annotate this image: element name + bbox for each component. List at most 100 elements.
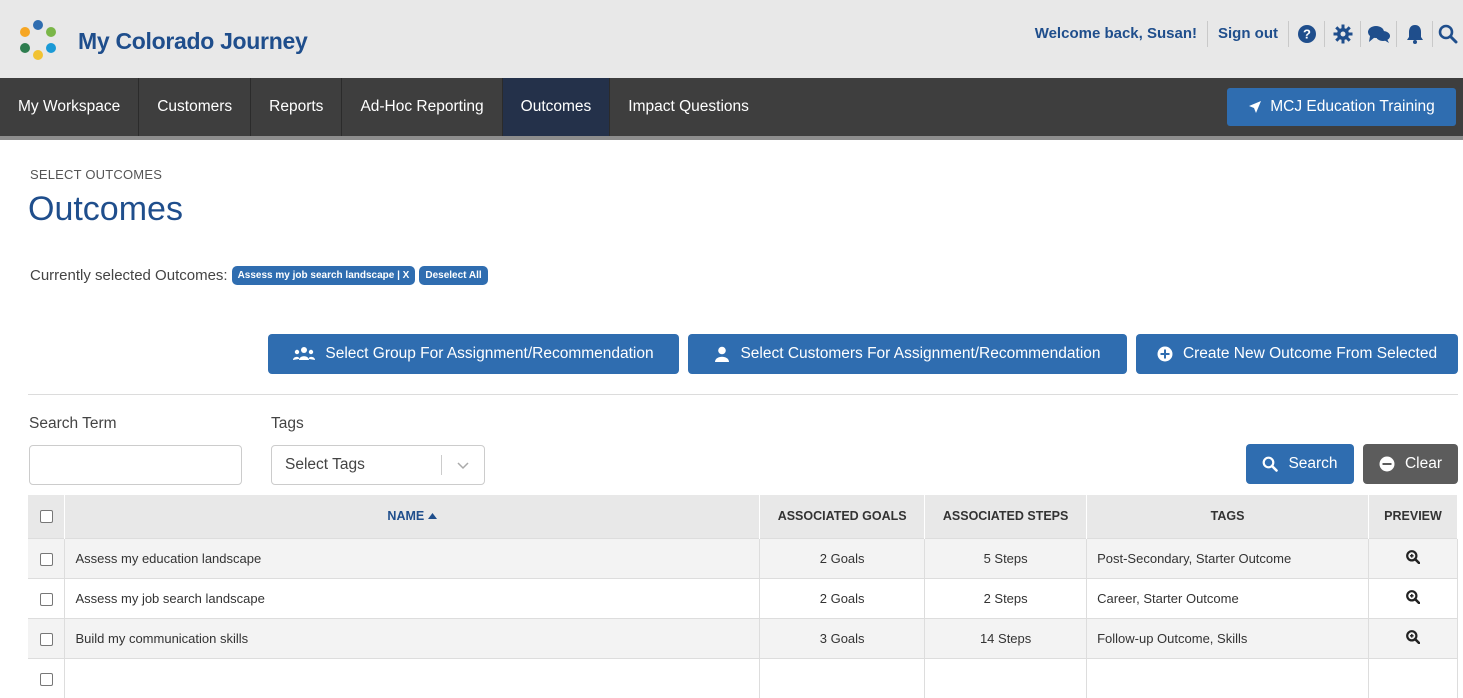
- nav-outcomes[interactable]: Outcomes: [502, 78, 611, 136]
- user-toolbar: Welcome back, Susan! Sign out ?: [1025, 0, 1463, 68]
- associated-goals: [759, 657, 926, 698]
- selected-outcome-pill[interactable]: Assess my job search landscape | X: [231, 266, 416, 285]
- outcome-tags: Follow-up Outcome, Skills: [1086, 617, 1369, 658]
- select-all-cell: [28, 495, 66, 538]
- select-all-checkbox[interactable]: [39, 510, 53, 524]
- nav-my-workspace[interactable]: My Workspace: [0, 78, 140, 136]
- name-column-header[interactable]: NAME: [64, 495, 761, 538]
- tags-placeholder: Select Tags: [285, 456, 365, 473]
- training-button[interactable]: MCJ Education Training: [1227, 88, 1456, 126]
- selected-outcomes-label: Currently selected Outcomes:: [30, 267, 228, 284]
- preview-cell: [1368, 577, 1459, 618]
- breadcrumb: SELECT OUTCOMES: [30, 167, 163, 182]
- table-row: [28, 657, 1459, 698]
- associated-steps: [924, 657, 1088, 698]
- page-title: Outcomes: [28, 190, 183, 228]
- section-divider: [28, 394, 1458, 395]
- table-header-row: NAME ASSOCIATED GOALS ASSOCIATED STEPS T…: [28, 495, 1459, 538]
- brand-name[interactable]: My Colorado Journey: [78, 28, 308, 55]
- magnifier-plus-icon[interactable]: [1406, 589, 1421, 604]
- training-button-label: MCJ Education Training: [1270, 98, 1435, 115]
- select-group-label: Select Group For Assignment/Recommendati…: [325, 345, 654, 362]
- bell-icon: [1406, 25, 1423, 44]
- nav-ad-hoc-reporting[interactable]: Ad-Hoc Reporting: [342, 78, 503, 136]
- search-term-label: Search Term: [29, 415, 117, 432]
- selected-outcomes-row: Currently selected Outcomes: Assess my j…: [30, 266, 488, 285]
- associated-goals: 2 Goals: [759, 537, 926, 578]
- preview-cell: [1368, 617, 1459, 658]
- search-button[interactable]: Search: [1246, 444, 1354, 484]
- clear-button-label: Clear: [1404, 455, 1443, 472]
- outcome-name: [64, 657, 761, 698]
- help-button[interactable]: ?: [1289, 21, 1325, 47]
- nav-customers[interactable]: Customers: [139, 78, 252, 136]
- outcome-tags: [1086, 657, 1369, 698]
- help-icon: ?: [1297, 25, 1316, 43]
- create-outcome-label: Create New Outcome From Selected: [1182, 345, 1438, 362]
- welcome-text: Welcome back, Susan!: [1025, 21, 1208, 47]
- search-term-input[interactable]: [29, 445, 242, 485]
- select-customers-button[interactable]: Select Customers For Assignment/Recommen…: [688, 334, 1127, 374]
- associated-steps: 5 Steps: [924, 537, 1088, 578]
- search-icon: [1438, 24, 1458, 44]
- magnifier-plus-icon[interactable]: [1406, 629, 1421, 644]
- messages-button[interactable]: [1361, 21, 1397, 47]
- outcome-name: Assess my education landscape: [64, 537, 761, 578]
- outcome-tags: Career, Starter Outcome: [1086, 577, 1369, 618]
- associated-steps: 2 Steps: [924, 577, 1088, 618]
- associated-steps: 14 Steps: [924, 617, 1088, 658]
- associated-goals: 2 Goals: [759, 577, 926, 618]
- chevron-down-icon[interactable]: [442, 460, 484, 470]
- top-header: My Colorado Journey Welcome back, Susan!…: [0, 0, 1463, 78]
- select-group-button[interactable]: Select Group For Assignment/Recommendati…: [268, 334, 679, 374]
- preview-column-header: PREVIEW: [1368, 495, 1459, 538]
- create-outcome-button[interactable]: Create New Outcome From Selected: [1136, 334, 1458, 374]
- sort-up-icon: [428, 512, 438, 519]
- logo-icon[interactable]: [18, 20, 58, 60]
- outcome-tags: Post-Secondary, Starter Outcome: [1086, 537, 1369, 578]
- notifications-button[interactable]: [1397, 21, 1433, 47]
- clear-button[interactable]: Clear: [1363, 444, 1458, 484]
- main-nav: My Workspace Customers Reports Ad-Hoc Re…: [0, 78, 1463, 140]
- name-header-label: NAME: [387, 509, 425, 524]
- row-checkbox[interactable]: [39, 592, 53, 606]
- search-button-label: Search: [1288, 455, 1338, 472]
- settings-button[interactable]: [1325, 21, 1361, 47]
- outcomes-table: NAME ASSOCIATED GOALS ASSOCIATED STEPS T…: [28, 495, 1459, 698]
- sign-out-link[interactable]: Sign out: [1208, 21, 1289, 47]
- deselect-all-button[interactable]: Deselect All: [419, 266, 488, 285]
- minus-circle-icon: [1379, 456, 1395, 472]
- nav-impact-questions[interactable]: Impact Questions: [610, 78, 767, 136]
- row-select-cell: [28, 537, 66, 578]
- plus-circle-icon: [1157, 346, 1173, 362]
- row-checkbox[interactable]: [39, 672, 53, 686]
- steps-column-header[interactable]: ASSOCIATED STEPS: [924, 495, 1088, 538]
- row-select-cell: [28, 657, 66, 698]
- svg-text:?: ?: [1303, 27, 1311, 42]
- send-icon: [1249, 101, 1262, 113]
- tags-column-header[interactable]: TAGS: [1086, 495, 1369, 538]
- global-search-button[interactable]: [1433, 21, 1463, 47]
- magnifier-plus-icon[interactable]: [1406, 549, 1421, 564]
- goals-column-header[interactable]: ASSOCIATED GOALS: [759, 495, 926, 538]
- table-row: Build my communication skills 3 Goals 14…: [28, 617, 1459, 658]
- associated-goals: 3 Goals: [759, 617, 926, 658]
- group-icon: [293, 347, 316, 360]
- preview-cell: [1368, 537, 1459, 578]
- nav-reports[interactable]: Reports: [251, 78, 343, 136]
- row-select-cell: [28, 577, 66, 618]
- row-checkbox[interactable]: [39, 632, 53, 646]
- user-icon: [715, 346, 730, 362]
- search-icon: [1263, 456, 1279, 472]
- row-checkbox[interactable]: [39, 552, 53, 566]
- gear-icon: [1333, 24, 1352, 44]
- tags-label: Tags: [271, 415, 304, 432]
- outcome-name: Build my communication skills: [64, 617, 761, 658]
- select-customers-label: Select Customers For Assignment/Recommen…: [740, 345, 1101, 362]
- table-row: Assess my job search landscape 2 Goals 2…: [28, 577, 1459, 618]
- chat-icon: [1367, 26, 1390, 43]
- table-row: Assess my education landscape 2 Goals 5 …: [28, 537, 1459, 578]
- row-select-cell: [28, 617, 66, 658]
- tags-select[interactable]: Select Tags: [271, 445, 485, 485]
- preview-cell: [1368, 657, 1459, 698]
